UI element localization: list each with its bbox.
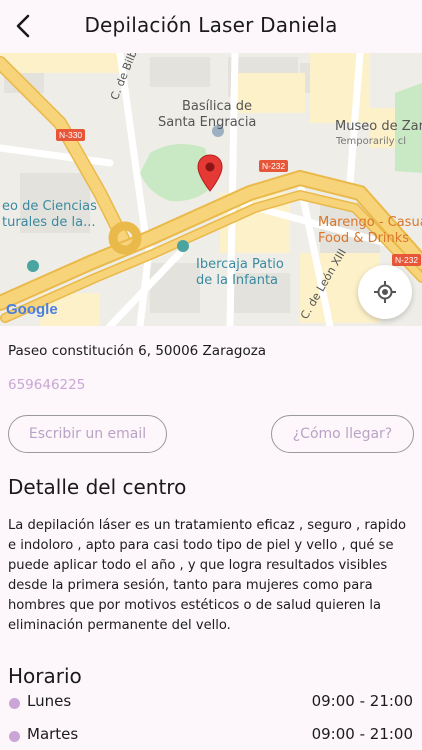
poi-sublabel: Temporarily cl — [336, 136, 407, 147]
poi-label-marengo: Marengo - Casual — [318, 215, 422, 230]
phone-link[interactable]: 659646225 — [8, 377, 85, 393]
road-shield-n232: N-232 — [259, 160, 289, 172]
schedule-row: Martes 09:00 - 21:00 — [0, 725, 422, 749]
schedule-row: Lunes 09:00 - 21:00 — [0, 692, 422, 716]
poi-label-ibercaja: de la Infanta — [196, 273, 279, 288]
poi-label-museo: Museo de Zara — [335, 119, 422, 134]
schedule-hours: 09:00 - 21:00 — [311, 725, 413, 743]
bullet-dot — [9, 731, 20, 742]
poi-label-basilica: Basílica de — [182, 99, 252, 114]
detail-description: La depilación láser es un tratamiento ef… — [8, 516, 418, 636]
email-button[interactable]: Escribir un email — [8, 415, 167, 453]
schedule-day: Martes — [27, 725, 79, 743]
description-line: desde la primera sesión, tanto para muje… — [8, 578, 373, 593]
poi-label-ciencias: eo de Ciencias — [2, 199, 97, 214]
detail-title: Detalle del centro — [8, 475, 187, 499]
app-header: Depilación Laser Daniela — [0, 0, 422, 53]
my-location-button[interactable] — [358, 265, 412, 319]
description-line: eliminación permanente del vello. — [8, 618, 231, 633]
description-line: e indoloro , apto para casi todo tipo de… — [8, 538, 394, 553]
poi-label-marengo: Food & Drinks — [318, 231, 410, 246]
directions-button[interactable]: ¿Cómo llegar? — [271, 415, 414, 453]
bullet-dot — [9, 698, 20, 709]
poi-label-ciencias: turales de la... — [2, 215, 96, 230]
address-text: Paseo constitución 6, 50006 Zaragoza — [8, 343, 267, 359]
poi-label-ibercaja: Ibercaja Patio — [196, 257, 284, 272]
description-line: hombres que por motivos estéticos o de s… — [8, 598, 382, 613]
page-title: Depilación Laser Daniela — [84, 13, 338, 37]
schedule-title: Horario — [8, 664, 82, 688]
map-pin-icon[interactable] — [197, 154, 223, 192]
road-shield-n232: N-232 — [392, 254, 422, 266]
schedule-day: Lunes — [27, 692, 72, 710]
road-shield-n330: N-330 — [56, 129, 86, 141]
google-logo: Google — [6, 301, 58, 318]
poi-label-basilica: Santa Engracia — [158, 115, 257, 130]
description-line: puede aplicar todo el año , y que logra … — [8, 558, 388, 573]
my-location-icon — [374, 281, 396, 303]
schedule-hours: 09:00 - 21:00 — [311, 692, 413, 710]
description-line: La depilación láser es un tratamiento ef… — [8, 518, 407, 533]
